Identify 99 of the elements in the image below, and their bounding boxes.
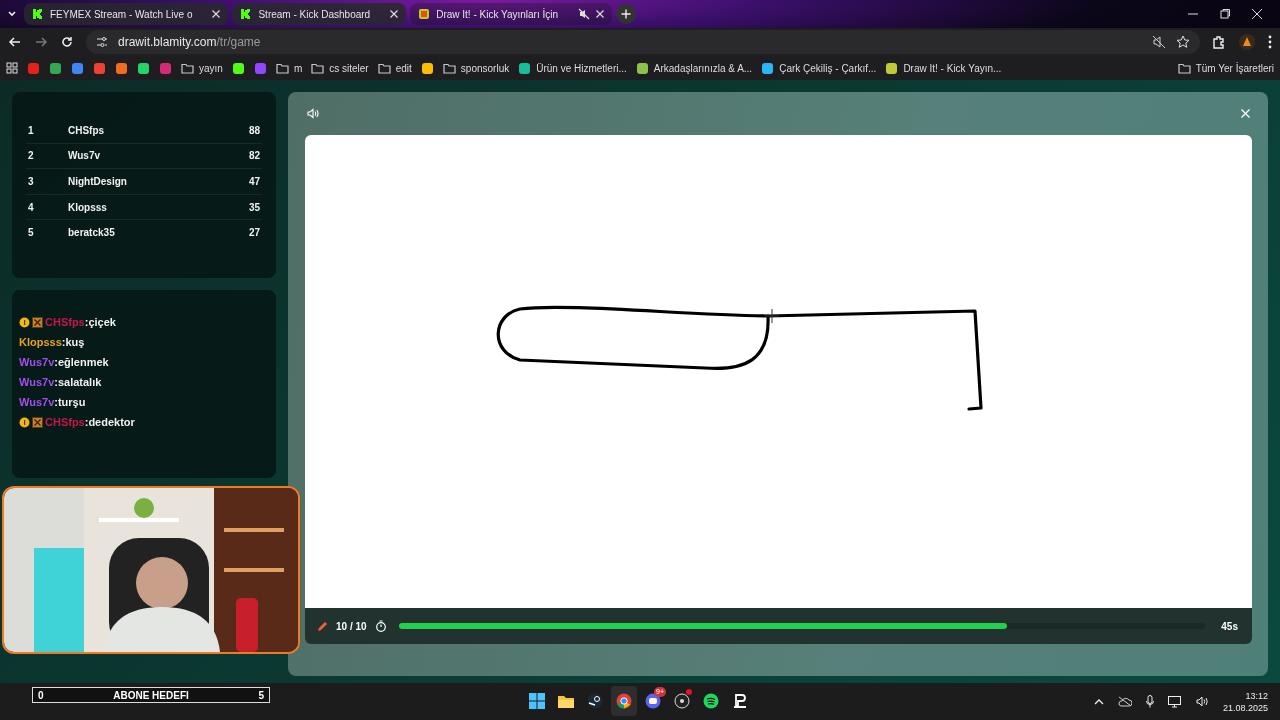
- folder-icon: [442, 62, 456, 74]
- bookmark[interactable]: Arkadaşlarınızla & A...: [635, 61, 753, 75]
- player-score: 27: [248, 227, 260, 239]
- bookmark[interactable]: Tüm Yer İşaretleri: [1177, 62, 1274, 74]
- display-icon[interactable]: [1167, 695, 1182, 708]
- close-icon[interactable]: [1252, 9, 1262, 19]
- taskbar-app[interactable]: [611, 686, 637, 716]
- recording-app-icon: [674, 693, 690, 709]
- rank-number: 4: [28, 201, 35, 213]
- player-score: 35: [248, 201, 260, 213]
- folder-icon: [311, 62, 325, 74]
- folder-icon: [557, 693, 575, 709]
- clock[interactable]: 13:12 21.08.2025: [1222, 689, 1268, 714]
- player-name: NightDesign: [68, 176, 128, 187]
- profile-avatar-icon[interactable]: [1238, 33, 1256, 51]
- site-icon: [518, 61, 532, 75]
- muted-speaker-icon[interactable]: [1152, 35, 1166, 49]
- chat-message: CHSfps:dedektor: [45, 416, 135, 428]
- player-name: CHSfps: [68, 124, 106, 136]
- pencil-icon: [317, 620, 328, 632]
- bookmark[interactable]: m: [275, 62, 303, 74]
- reload-icon[interactable]: [60, 35, 74, 49]
- goal-target: 5: [258, 689, 264, 701]
- bookmark[interactable]: cs siteler: [311, 62, 369, 74]
- player-name: beratck35: [68, 227, 116, 239]
- site-icon: [635, 61, 649, 75]
- rank-number: 2: [28, 150, 35, 162]
- rank-number: 1: [28, 124, 35, 136]
- url-text: drawit.blamity.com/tr/game: [118, 35, 261, 49]
- player-name: Klopsss: [68, 201, 108, 213]
- close-icon[interactable]: [596, 10, 605, 18]
- launcher-icon: [732, 693, 748, 709]
- crossed-badge-icon: [32, 416, 43, 428]
- folder-icon: [377, 62, 391, 74]
- windows-logo-icon: [529, 693, 545, 709]
- crosshair-cursor-icon: [764, 308, 780, 324]
- site-icon: [761, 61, 775, 75]
- chat-message: Wus7v:eğlenmek: [19, 356, 109, 368]
- muted-speaker-icon[interactable]: [578, 8, 591, 20]
- bookmark-icon[interactable]: [420, 61, 434, 75]
- chat-message: Klopsss:kuş: [19, 336, 85, 348]
- site-icon: [885, 61, 899, 75]
- bookmark[interactable]: yayın: [181, 62, 223, 74]
- bookmark[interactable]: Ürün ve Hizmetleri...: [518, 61, 627, 75]
- coin-badge-icon: [19, 416, 30, 428]
- cloud-off-icon[interactable]: [1117, 696, 1132, 707]
- folder-icon: [181, 62, 194, 74]
- timer-reading: 45s: [1221, 620, 1238, 632]
- coin-badge-icon: [19, 316, 30, 328]
- menu-icon[interactable]: [1268, 35, 1272, 49]
- browser-tab[interactable]: Stream - Kick Dashboard: [232, 3, 407, 25]
- rank-number: 5: [28, 227, 35, 239]
- player-score: 82: [248, 150, 260, 162]
- player-score: 88: [248, 124, 260, 136]
- star-icon[interactable]: [1176, 35, 1190, 49]
- bookmark-icon[interactable]: [137, 61, 150, 75]
- kick-logo-icon: [32, 8, 44, 20]
- goal-label: ABONE HEDEFI: [113, 689, 189, 701]
- rank-number: 3: [28, 176, 35, 187]
- bookmark-icon[interactable]: [115, 61, 128, 75]
- folder-icon: [1177, 62, 1191, 74]
- bookmark[interactable]: Çark Çekiliş - Çarkıf...: [761, 61, 877, 75]
- bookmark[interactable]: Draw It! - Kick Yayın...: [885, 61, 1002, 75]
- chat-message: Wus7v:salatalık: [19, 376, 102, 388]
- bookmark-icon[interactable]: [49, 61, 62, 75]
- folder-icon: [275, 62, 289, 74]
- apps-grid-icon[interactable]: [6, 62, 18, 74]
- music-app-icon: [703, 693, 719, 709]
- browser-tab[interactable]: FEYMEX Stream - Watch Live o: [24, 3, 229, 25]
- close-icon[interactable]: [390, 10, 399, 18]
- round-counter: 10 / 10: [336, 620, 367, 632]
- microphone-icon[interactable]: [1145, 695, 1154, 708]
- status-dot-icon: [686, 689, 692, 695]
- steam-icon: [587, 693, 603, 709]
- speaker-icon[interactable]: [1195, 696, 1209, 707]
- forward-icon[interactable]: [34, 35, 48, 49]
- kick-logo-icon: [240, 8, 253, 20]
- chevron-up-icon[interactable]: [1093, 698, 1104, 705]
- chat-message: CHSfps:çiçek: [45, 316, 116, 328]
- address-bar[interactable]: drawit.blamity.com/tr/game: [86, 30, 1200, 54]
- extensions-icon[interactable]: [1212, 35, 1226, 49]
- bookmark[interactable]: edit: [377, 62, 412, 74]
- close-icon[interactable]: [212, 10, 221, 18]
- crossed-badge-icon: [32, 316, 43, 328]
- restore-icon[interactable]: [1220, 9, 1230, 19]
- palette-icon: [418, 8, 431, 20]
- browser-icon: [616, 693, 632, 709]
- stopwatch-icon: [374, 620, 387, 632]
- player-name: Wus7v: [68, 150, 102, 162]
- chat-message: Wus7v:turşu: [19, 396, 86, 408]
- site-settings-icon[interactable]: [96, 36, 108, 48]
- browser-tab[interactable]: Draw It! - Kick Yayınları İçin: [410, 3, 613, 25]
- bookmark[interactable]: sponsorluk: [442, 62, 510, 74]
- player-score: 47: [248, 176, 260, 187]
- chat-app-icon: [645, 693, 661, 709]
- back-icon[interactable]: [8, 35, 22, 49]
- new-tab-icon[interactable]: [616, 4, 637, 24]
- bookmark-icon[interactable]: [231, 61, 245, 75]
- goal-current: 0: [38, 689, 44, 701]
